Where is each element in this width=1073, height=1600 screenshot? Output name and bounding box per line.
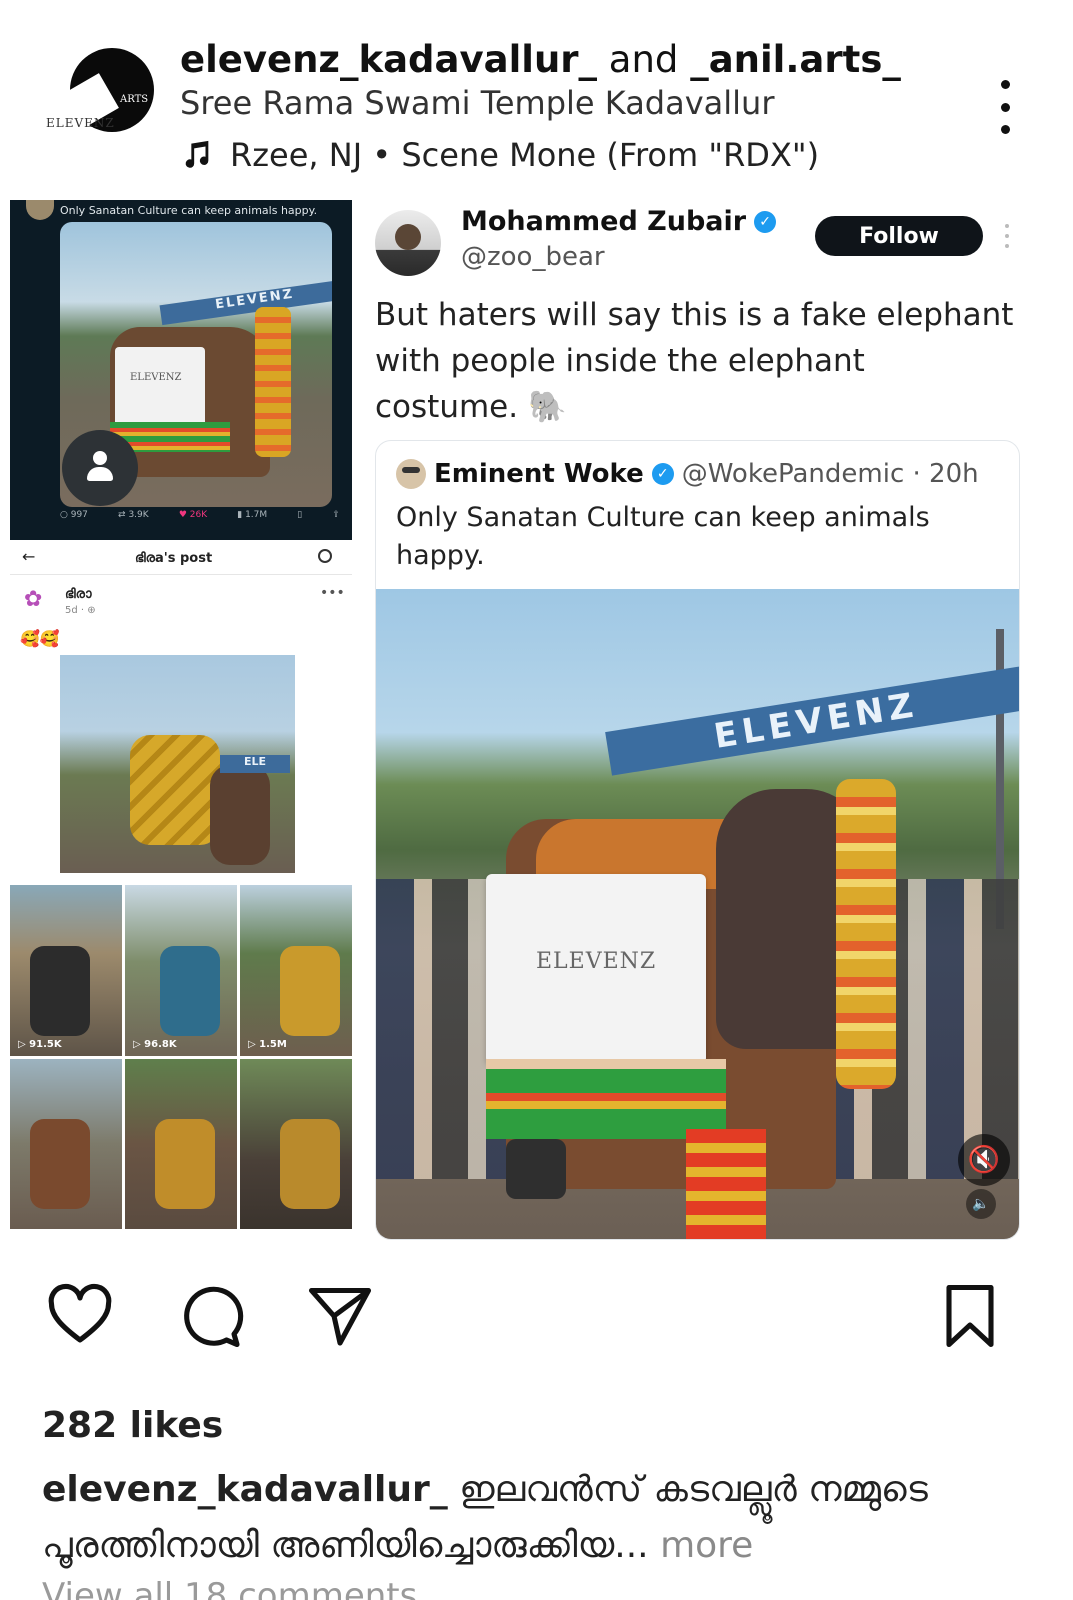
comment-icon[interactable] xyxy=(174,1280,246,1352)
reel-tile: ▷ 96.8K xyxy=(125,885,237,1056)
reel-tile xyxy=(240,1058,352,1229)
profile-avatar[interactable]: ARTS ELEVENZ xyxy=(40,40,160,150)
follow-button: Follow xyxy=(815,216,983,256)
avatar-badge-text: ARTS xyxy=(120,94,149,105)
embedded-topbar: ← ഭിരa's post xyxy=(10,545,352,575)
more-link[interactable]: more xyxy=(660,1525,753,1566)
quoted-avatar xyxy=(396,459,426,489)
quoted-tweet-text: Only Sanatan Culture can keep animals ha… xyxy=(396,502,930,571)
embedded-tweet: Mohammed Zubair ✓ @zoo_bear Follow But h… xyxy=(375,200,1050,1255)
tagged-people-icon[interactable] xyxy=(62,430,138,506)
tweet-author-name: Mohammed Zubair ✓ xyxy=(461,206,777,237)
tile-figure xyxy=(280,945,340,1036)
embedded-post-photo: ELE xyxy=(60,655,295,873)
author-username[interactable]: elevenz_kadavallur_ xyxy=(180,38,597,81)
view-count: ▮ 1.7M xyxy=(237,510,268,520)
quoted-tweet-photo: ELEVENZ ELEVENZ 🔇 🔈 xyxy=(376,589,1019,1239)
elephant-skirt xyxy=(486,1059,726,1139)
photo-banner: ELEVENZ xyxy=(605,666,1019,776)
tile-figure xyxy=(30,1119,90,1209)
post-header: ARTS ELEVENZ elevenz_kadavallur_ and _an… xyxy=(0,0,1073,190)
coauthor-username[interactable]: _anil.arts_ xyxy=(690,38,901,81)
embedded-caption: Only Sanatan Culture can keep animals ha… xyxy=(60,204,318,217)
reel-tile: ▷ 91.5K xyxy=(10,885,122,1056)
elephant-ornament xyxy=(255,307,291,457)
embedded-tweet-screenshot: Only Sanatan Culture can keep animals ha… xyxy=(10,200,352,540)
elephant-leg-wrap xyxy=(686,1129,766,1239)
back-arrow-icon: ← xyxy=(22,547,36,566)
quoted-tweet: Eminent Woke ✓ @WokePandemic · 20h Only … xyxy=(375,440,1020,1240)
reel-views: ▷ 91.5K xyxy=(18,1038,62,1050)
mute-icon[interactable]: 🔇 xyxy=(958,1134,1010,1186)
elephant-foot xyxy=(506,1139,566,1199)
search-icon xyxy=(318,549,332,563)
embedded-post-title: ഭിരa's post xyxy=(135,551,213,566)
embedded-emoji: 🥰🥰 xyxy=(20,629,60,648)
tweet-more-icon xyxy=(1005,224,1011,248)
embedded-poster-name: ഭിരാ xyxy=(65,587,92,602)
post-music[interactable]: Rzee, NJ • Scene Mone (From "RDX") xyxy=(180,136,819,174)
music-label: Rzee, NJ • Scene Mone (From "RDX") xyxy=(230,136,820,174)
more-dots-icon: ••• xyxy=(320,585,345,601)
post-caption: elevenz_kadavallur_ ഇലവൻസ് കടവല്ലൂർ നമ്മ… xyxy=(42,1462,1042,1574)
send-icon[interactable] xyxy=(304,1280,376,1352)
reel-tile xyxy=(10,1058,122,1229)
tweet-text: But haters will say this is a fake eleph… xyxy=(375,297,1014,425)
reel-tile xyxy=(125,1058,237,1229)
quoted-author-name: Eminent Woke xyxy=(434,459,644,489)
tweet-author-avatar xyxy=(375,210,441,276)
verified-badge-icon: ✓ xyxy=(651,463,674,485)
elephant-headdress xyxy=(130,735,220,845)
elephant-cloth xyxy=(115,347,205,427)
kebab-icon[interactable] xyxy=(990,80,1020,134)
share-small-icon: ⇪ xyxy=(332,510,340,520)
like-count: ♥ 26K xyxy=(178,510,208,520)
embedded-post-time: 5d · ⊕ xyxy=(65,605,96,616)
quoted-tweet-header: Eminent Woke ✓ @WokePandemic · 20h xyxy=(396,459,979,489)
heart-icon[interactable] xyxy=(44,1280,116,1352)
tile-figure xyxy=(30,945,90,1036)
action-bar xyxy=(0,1280,1073,1360)
avatar-logo-text: ELEVENZ xyxy=(46,116,115,130)
likes-count[interactable]: 282 likes xyxy=(42,1405,223,1446)
embedded-banner: ELEVENZ xyxy=(159,278,332,326)
elephant-trunk xyxy=(210,765,270,865)
bookmark-small-icon: ▯ xyxy=(297,510,303,520)
post-author-line: elevenz_kadavallur_ and _anil.arts_ xyxy=(180,38,901,81)
repost-count: ⇄ 3.9K xyxy=(118,510,149,520)
tile-figure xyxy=(160,945,220,1036)
reel-views: ▷ 96.8K xyxy=(133,1038,177,1050)
mute-small-icon: 🔈 xyxy=(966,1189,996,1219)
reel-tile: ▷ 1.5M xyxy=(240,885,352,1056)
reply-count: ○ 997 xyxy=(60,510,88,520)
flower-avatar-icon: ✿ xyxy=(24,587,43,612)
cloth-logo-text: ELEVENZ xyxy=(536,949,657,974)
bookmark-icon[interactable] xyxy=(934,1280,1006,1352)
reel-views: ▷ 1.5M xyxy=(248,1038,287,1050)
tile-figure xyxy=(155,1119,215,1209)
music-note-icon xyxy=(185,140,209,168)
tweet-avatar xyxy=(26,200,54,220)
verified-badge-icon: ✓ xyxy=(754,210,777,233)
embedded-facebook-post: ← ഭിരa's post ✿ ഭിരാ 5d · ⊕ ••• 🥰🥰 ELE xyxy=(10,545,352,883)
caption-username[interactable]: elevenz_kadavallur_ xyxy=(42,1469,448,1510)
cloth-text: ELEVENZ xyxy=(130,372,182,383)
post-location[interactable]: Sree Rama Swami Temple Kadavallur xyxy=(180,84,774,122)
embedded-sign: ELE xyxy=(220,755,290,773)
author-joiner: and xyxy=(608,38,679,81)
quoted-author-handle: @WokePandemic · 20h xyxy=(681,459,979,489)
tile-figure xyxy=(280,1119,340,1209)
embedded-reels-grid: ▷ 91.5K ▷ 96.8K ▷ 1.5M xyxy=(10,885,352,1229)
post-media[interactable]: Only Sanatan Culture can keep animals ha… xyxy=(10,200,1050,1255)
elephant-garland xyxy=(836,779,896,1089)
tweet-author-handle: @zoo_bear xyxy=(461,242,605,272)
view-all-comments-link[interactable]: View all 18 comments xyxy=(42,1576,417,1600)
embedded-stats: ○ 997 ⇄ 3.9K ♥ 26K ▮ 1.7M ▯ ⇪ xyxy=(60,510,340,520)
